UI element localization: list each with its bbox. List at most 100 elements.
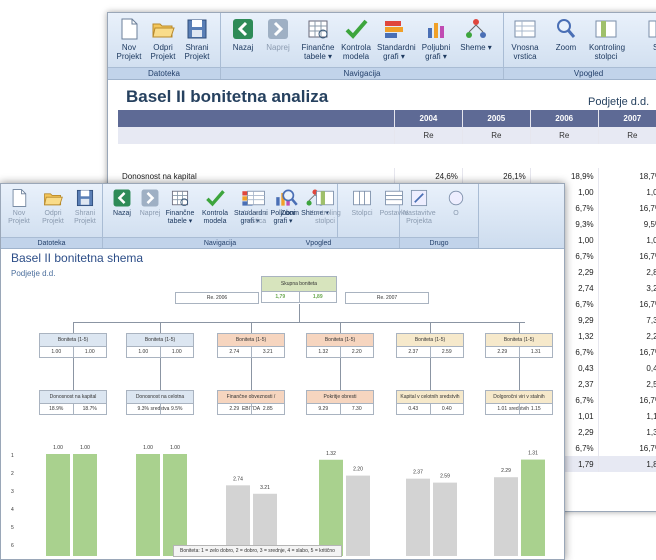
page-title: Basel II bonitetna analiza — [126, 87, 329, 106]
box-title: Boniteta (1-5) — [414, 337, 446, 343]
box-title: Skupna boniteta — [280, 281, 318, 287]
nazaj-button[interactable]: Nazaj — [226, 16, 260, 53]
y-tick-label: 5 — [11, 525, 14, 531]
zoom-button[interactable]: Zoom — [549, 16, 583, 53]
page-title: Basel II bonitetna shema — [11, 251, 144, 265]
button-label: Zoom — [555, 43, 577, 52]
box-title: Boniteta (1-5) — [324, 337, 356, 343]
sto-button[interactable]: Sto — [642, 16, 656, 53]
button-label: Nov Projekt — [116, 43, 142, 61]
checkmark-icon — [206, 190, 225, 207]
stolpci-button[interactable]: Stolpci — [346, 187, 378, 218]
year-header: 2006 — [529, 110, 599, 127]
bar — [521, 459, 545, 556]
kontrola-modela-button[interactable]: Kontrola modela — [199, 187, 231, 225]
forward-arrow-icon — [268, 19, 288, 39]
button-label: Odpri Projekt — [150, 43, 176, 61]
button-label: Finančne tabele ▾ — [301, 43, 335, 61]
columns-icon — [316, 190, 334, 206]
cell-value: 1,31 — [597, 424, 656, 440]
ribbon-group-datoteka: Nov Projekt Odpri Projekt Shrani Projekt Da… — [1, 184, 103, 248]
odpri-projekt-button[interactable]: Odpri Projekt — [146, 16, 180, 62]
ribbon-group-caption: Drugo — [400, 237, 478, 248]
box-title: Pokritje obresti — [323, 394, 357, 400]
type-header: Re — [597, 127, 656, 144]
overall-rating-box: Skupna boniteta 1,79 1,89 — [261, 276, 337, 303]
standardni-grafi-button[interactable]: Standardni grafi ▾ — [377, 16, 416, 62]
box-title: Kapital v celotnih sredstvih — [400, 394, 460, 400]
shrani-projekt-button[interactable]: Shrani Projekt — [180, 16, 214, 62]
sheme-button[interactable]: Sheme ▾ — [459, 16, 493, 53]
value-2006: 9.3% — [137, 406, 149, 412]
value-2007: 1.31 — [518, 347, 553, 357]
year-label: Re. 2007 — [376, 295, 398, 301]
poljubni-grafi-button[interactable]: Poljubni grafi ▾ — [419, 16, 453, 62]
button-label: Naprej — [139, 210, 161, 217]
zoom-icon — [557, 19, 576, 38]
ribbon-group-datoteka: Nov Projekt Odpri Projekt Shrani Projekt Da… — [108, 13, 221, 79]
table-icon — [308, 20, 328, 39]
cell-value: 16,7% — [597, 344, 656, 360]
new-file-icon — [121, 18, 138, 40]
naprej-button[interactable]: Naprej — [134, 187, 166, 218]
rating-legend: Boniteta: 1 = zelo dobro, 2 = dobro, 3 =… — [173, 545, 342, 557]
nov-projekt-button[interactable]: Nov Projekt — [112, 16, 146, 62]
odpri-projekt-button[interactable]: Odpri Projekt — [37, 187, 69, 225]
value-2006: 1,79 — [275, 294, 286, 300]
y-tick-label: 4 — [11, 507, 14, 513]
kontroling-stolpci-button[interactable]: Kontroling stolpci — [589, 16, 625, 62]
button-label: Standardni grafi ▾ — [377, 43, 416, 61]
value-2006: 9.29 — [318, 406, 329, 412]
value-2007: 7.30 — [339, 404, 374, 414]
kontroling-stolpci-button[interactable]: Kontroling stolpci — [309, 187, 341, 225]
value-2007: 1.00 — [159, 347, 194, 357]
shrani-projekt-button[interactable]: Shrani Projekt — [69, 187, 101, 225]
button-label: Naprej — [266, 43, 290, 52]
bar — [319, 459, 343, 556]
kontrola-modela-button[interactable]: Kontrola modela — [339, 16, 373, 62]
finančne-tabele-button[interactable]: Finančne tabele ▾ — [301, 16, 335, 62]
cell-value: 16,7% — [597, 248, 656, 264]
vnosna-vrstica-button[interactable]: Vnosna vrstica — [240, 187, 272, 225]
indicator-box: Dolgoročni viri v stalnih sredstvih 1.01 1… — [485, 390, 553, 415]
nastavitve-projekta-button[interactable]: Nastavitve Projekta — [403, 187, 436, 225]
value-2007: 2.85 — [250, 404, 285, 414]
ribbon-group-caption: Datoteka — [108, 67, 220, 79]
finančne-tabele-button[interactable]: Finančne tabele ▾ — [164, 187, 196, 225]
indicator-box: Kapital v celotnih sredstvih 0.43 0.40 — [396, 390, 464, 415]
rating-box: Boniteta (1-5) 1.00 1.00 — [126, 333, 194, 358]
ribbon-group-navigacija: Nazaj Naprej Finančne tabele ▾ Kontrola mod… — [221, 13, 504, 79]
open-folder-icon — [44, 193, 63, 206]
table-icon — [171, 190, 189, 207]
nov-projekt-button[interactable]: Nov Projekt — [3, 187, 35, 225]
custom-chart-icon — [428, 23, 444, 38]
o-button[interactable]: O — [440, 187, 472, 218]
bar-value-label: 1.00 — [80, 445, 90, 451]
value-2007: 3.21 — [250, 347, 285, 357]
vnosna-vrstica-button[interactable]: Vnosna vrstica — [508, 16, 542, 62]
button-label: Kontrola modela — [341, 43, 371, 61]
zoom-button[interactable]: Zoom — [274, 187, 306, 218]
value-2006: 1.00 — [51, 349, 62, 355]
ribbon-group-caption: Datoteka — [1, 237, 102, 248]
button-label: Vnosna vrstica — [244, 210, 268, 225]
cell-value: 16,7% — [597, 200, 656, 216]
input-row-icon — [247, 190, 265, 206]
naprej-button[interactable]: Naprej — [261, 16, 295, 53]
year-label-left: Re. 2006 — [175, 292, 259, 304]
box-title: Donosnost na celotna sredstva — [135, 394, 185, 412]
cell-value: 24,6% — [394, 168, 463, 184]
y-tick-label: 6 — [11, 543, 14, 549]
bar — [346, 475, 370, 556]
rating-box: Boniteta (1-5) 1.00 1.00 — [39, 333, 107, 358]
company-name: Podjetje d.d. — [11, 269, 56, 278]
bar-value-label: 2.59 — [440, 474, 450, 480]
bar — [406, 478, 430, 556]
type-header: Re — [394, 127, 463, 144]
bar — [433, 482, 457, 556]
bar-value-label: 3.21 — [260, 485, 270, 491]
back-arrow-icon — [233, 19, 253, 39]
box-title: Boniteta (1-5) — [144, 337, 176, 343]
rating-box: Boniteta (1-5) 2.37 2.59 — [396, 333, 464, 358]
forward-arrow-icon — [141, 189, 159, 207]
